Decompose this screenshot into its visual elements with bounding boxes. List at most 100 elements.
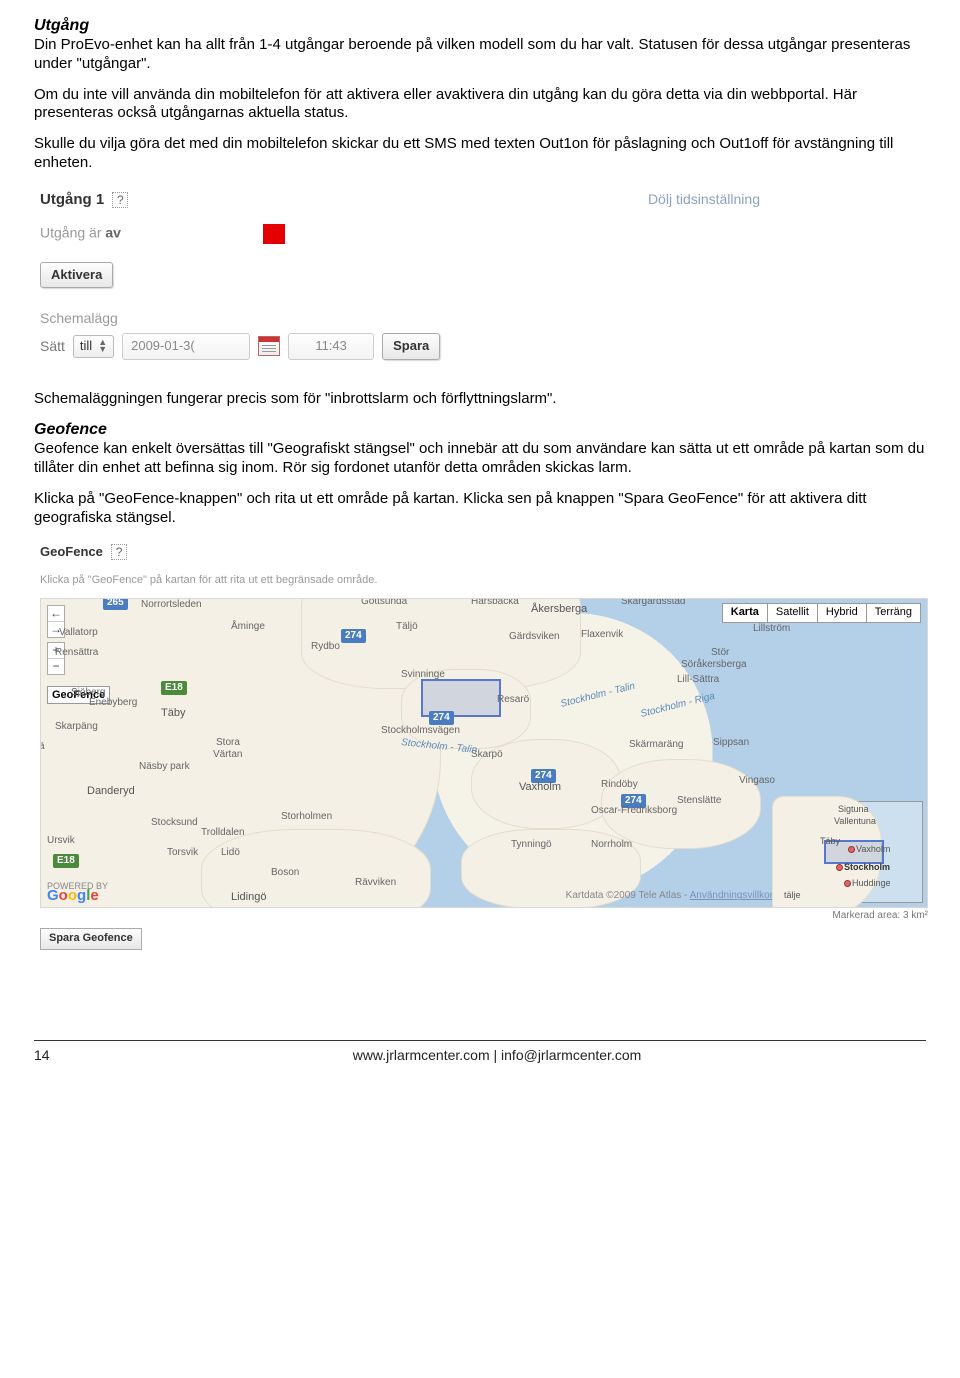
place-label: Lillström [753,623,790,636]
ferry-route: Stockholm - Riga [639,691,716,722]
place-label: Rydbo [311,641,340,654]
copyright-text: Kartdata ©2009 Tele Atlas - [566,890,690,901]
page-footer: 14 www.jrlarmcenter.com | info@jrlarmcen… [34,1047,926,1065]
place-label: Resarö [497,694,529,707]
utgang1-title: Utgång 1 [40,191,104,208]
utgang-panel: Utgång 1 ? Dölj tidsinställning Utgång ä… [40,191,760,360]
map-container[interactable]: ← → + − GeoFence Karta Satellit Hybrid T… [40,598,928,908]
place-label: Vallentuna [834,816,876,827]
marked-area-info: Markerad area: 3 km² [40,910,928,923]
place-label: Gottsunda [361,598,407,609]
map-type-karta[interactable]: Karta [722,603,768,623]
place-label: Sippsan [713,737,749,750]
geofence-hint: Klicka på "GeoFence" på kartan för att r… [40,574,928,588]
place-label: Täby [161,707,185,721]
road-shield: 274 [429,711,454,726]
status-swatch [263,224,285,244]
place-label: Enebyberg [89,697,137,710]
help-icon[interactable]: ? [111,544,127,560]
map-copyright: Kartdata ©2009 Tele Atlas - Användningsv… [566,890,773,903]
place-label: Sigtuna [838,804,869,815]
ferry-route: Stockholm - Talin [559,681,636,712]
activate-button[interactable]: Aktivera [40,262,113,288]
place-label: Norrholm [591,839,632,852]
place-label: Svinninge [401,669,445,682]
place-label: Lidö [221,847,240,860]
schedule-label: Schemalägg [40,310,760,328]
select-value: till [80,338,92,354]
geofence-title: GeoFence [40,544,103,559]
map-type-hybrid[interactable]: Hybrid [817,603,867,623]
utgang-para-3: Skulle du vilja göra det med din mobilte… [34,135,926,173]
place-label: Vaxholm [856,844,890,855]
geofence-panel: GeoFence ? Klicka på "GeoFence" på karta… [40,543,928,950]
place-label: Täby [820,836,840,847]
status-prefix: Utgång är [40,224,105,240]
map-dot-icon [844,880,851,887]
utgang-para-1: Din ProEvo-enhet kan ha allt från 1-4 ut… [34,36,926,74]
place-label: Åkersberga [531,603,587,617]
place-label: Hårsbacka [471,598,519,609]
place-label: Vingaso [739,775,775,788]
place-label: Täljö [396,621,418,634]
place-label: Gärdsviken [509,631,560,644]
map-dot-icon [848,846,855,853]
place-label: Näsby park [139,761,190,774]
place-label: ä [40,741,45,754]
road-shield: E18 [161,681,187,696]
place-label: Danderyd [87,785,135,799]
place-label: Ursvik [47,835,75,848]
place-label: Norrortsleden [141,599,202,612]
minus-icon[interactable]: − [48,658,64,674]
place-label: Flaxenvik [581,629,623,642]
place-label: Stockholm [844,862,890,873]
place-label: Skärgårdsstad [621,598,685,609]
save-geofence-button[interactable]: Spara Geofence [40,928,142,950]
scheduling-note: Schemaläggningen fungerar precis som för… [34,390,926,409]
place-label: Lill-Sättra [677,674,719,687]
geofence-para-2: Klicka på "GeoFence-knappen" och rita ut… [34,490,926,528]
utgang-status: Utgång är av [40,224,760,244]
place-label: Rävviken [355,877,396,890]
place-label: Storholmen [281,811,332,824]
map-type-buttons: Karta Satellit Hybrid Terräng [723,603,921,623]
time-input[interactable]: 11:43 [288,333,374,359]
calendar-icon[interactable] [258,336,280,356]
help-icon[interactable]: ? [112,192,128,208]
geofence-heading: Geofence [34,420,926,440]
place-label: Lidingö [231,891,266,905]
utgang-heading: Utgång [34,16,926,36]
place-label: Tynningö [511,839,552,852]
map-type-terrang[interactable]: Terräng [866,603,921,623]
road-shield: 265 [103,598,128,611]
map-dot-icon [836,864,843,871]
footer-text: www.jrlarmcenter.com | info@jrlarmcenter… [68,1047,926,1065]
place-label: Stenslätte [677,795,721,808]
overview-map[interactable]: Sigtuna Vallentuna Täby Vaxholm Stockhol… [777,801,923,903]
set-mode-select[interactable]: till ▲▼ [73,335,114,357]
page-number: 14 [34,1047,68,1065]
place-label: Skarpäng [55,721,98,734]
place-label: Boson [271,867,299,880]
hide-time-link[interactable]: Dölj tidsinställning [648,191,760,209]
place-label: Värtan [213,749,242,762]
utgang-para-2: Om du inte vill använda din mobiltelefon… [34,86,926,124]
place-label: Rensättra [55,647,98,660]
powered-by: POWERED BY Google [47,881,108,901]
arrow-left-icon[interactable]: ← [48,606,64,621]
date-input[interactable]: 2009-01-3( [122,333,250,359]
road-shield: 274 [341,629,366,644]
status-state: av [105,224,121,240]
save-button[interactable]: Spara [382,333,440,359]
map-type-satellit[interactable]: Satellit [767,603,818,623]
footer-rule [34,1040,926,1041]
place-label: Stocksund [151,817,198,830]
place-label: Stockholmsvägen [381,725,460,738]
place-label: Oscar-Fredriksborg [591,805,677,818]
place-label: Huddinge [852,878,891,889]
set-label: Sätt [40,338,65,356]
road-shield: E18 [53,854,79,869]
place-label: Vaxholm [519,781,561,795]
terms-link[interactable]: Användningsvillkor [690,890,773,901]
place-label: Vallatorp [59,627,98,640]
